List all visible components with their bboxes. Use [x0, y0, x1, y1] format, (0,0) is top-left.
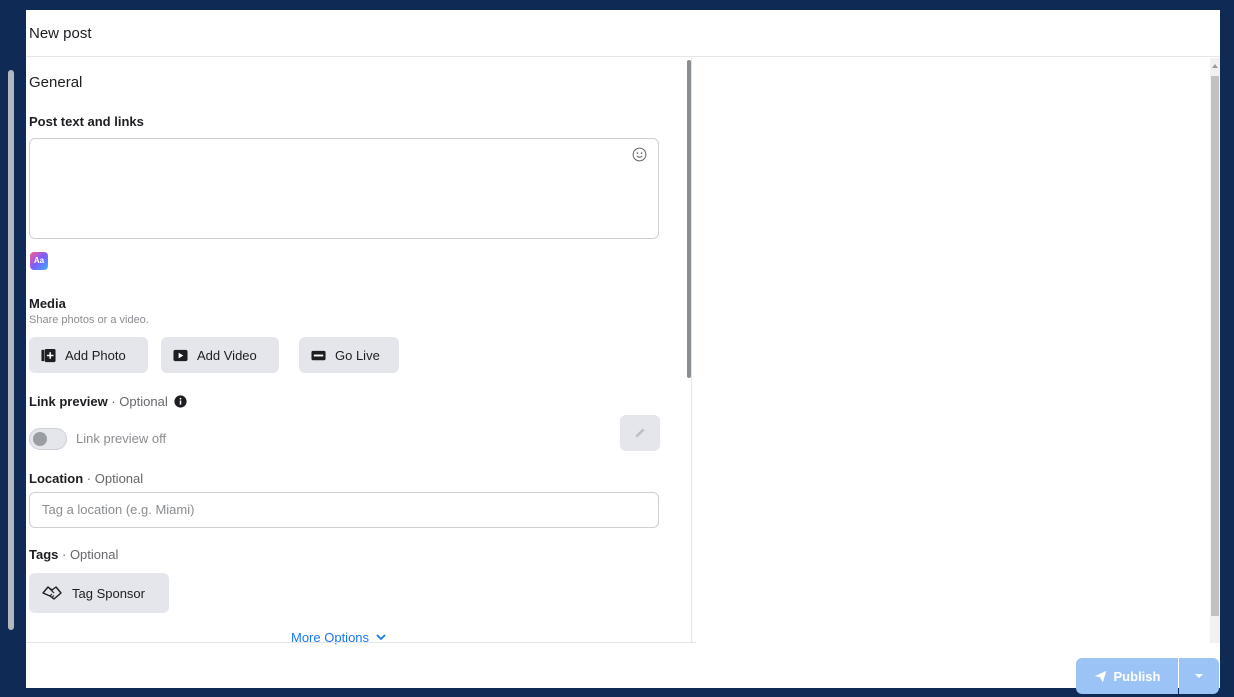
live-icon	[311, 350, 326, 360]
post-text-input[interactable]	[29, 138, 659, 239]
preview-scrollbar-thumb[interactable]	[1211, 76, 1219, 616]
add-video-button[interactable]: Add Video	[161, 337, 279, 373]
frame-bottom	[0, 688, 1234, 697]
add-photo-label: Add Photo	[65, 347, 126, 363]
publish-options-dropdown[interactable]	[1179, 658, 1219, 694]
add-video-label: Add Video	[197, 347, 257, 363]
link-preview-title: Link preview	[29, 394, 108, 409]
tags-title: Tags	[29, 547, 59, 562]
preview-pane	[691, 58, 1220, 642]
media-sublabel: Share photos or a video.	[29, 314, 149, 326]
post-text-label: Post text and links	[29, 114, 144, 129]
frame-right	[1220, 0, 1234, 697]
link-preview-label: Link preview · Optional	[29, 394, 187, 409]
new-post-dialog: New post General Post text and links Aa …	[26, 10, 1220, 694]
tags-label: Tags · Optional	[29, 547, 118, 562]
ai-assistant-icon[interactable]: Aa	[30, 252, 48, 270]
handshake-icon	[42, 586, 62, 600]
tags-optional: · Optional	[58, 547, 119, 562]
link-preview-optional: · Optional	[107, 394, 168, 409]
media-label: Media	[29, 296, 66, 311]
emoji-icon[interactable]	[632, 147, 647, 162]
location-optional: · Optional	[83, 471, 144, 486]
send-icon	[1094, 670, 1106, 682]
frame-top	[0, 0, 1234, 10]
go-live-button[interactable]: Go Live	[299, 337, 399, 373]
go-live-label: Go Live	[335, 347, 380, 363]
location-placeholder: Tag a location (e.g. Miami)	[42, 502, 195, 517]
pencil-icon	[635, 428, 645, 438]
link-preview-toggle-label: Link preview off	[76, 431, 167, 446]
location-input[interactable]: Tag a location (e.g. Miami)	[29, 492, 659, 528]
publish-label: Publish	[1113, 668, 1161, 684]
general-heading: General	[29, 74, 83, 91]
add-photo-button[interactable]: Add Photo	[29, 337, 148, 373]
publish-button[interactable]: Publish	[1076, 658, 1178, 694]
info-icon[interactable]	[174, 395, 187, 408]
edit-link-preview-button[interactable]	[620, 415, 660, 451]
dialog-header: New post	[26, 10, 1220, 57]
footer-divider	[26, 642, 696, 643]
tag-sponsor-label: Tag Sponsor	[72, 585, 145, 601]
link-preview-toggle[interactable]	[29, 428, 67, 450]
tag-sponsor-button[interactable]: Tag Sponsor	[29, 573, 169, 613]
caret-down-icon	[1195, 674, 1203, 678]
location-label: Location · Optional	[29, 471, 143, 486]
scroll-up-arrow-icon[interactable]	[1212, 64, 1218, 68]
location-title: Location	[29, 471, 84, 486]
video-icon	[173, 349, 188, 361]
toggle-knob	[33, 432, 47, 446]
frame-left-accent	[8, 70, 14, 630]
chevron-down-icon	[376, 634, 386, 641]
dialog-title: New post	[29, 25, 92, 42]
add-photo-icon	[41, 348, 56, 362]
